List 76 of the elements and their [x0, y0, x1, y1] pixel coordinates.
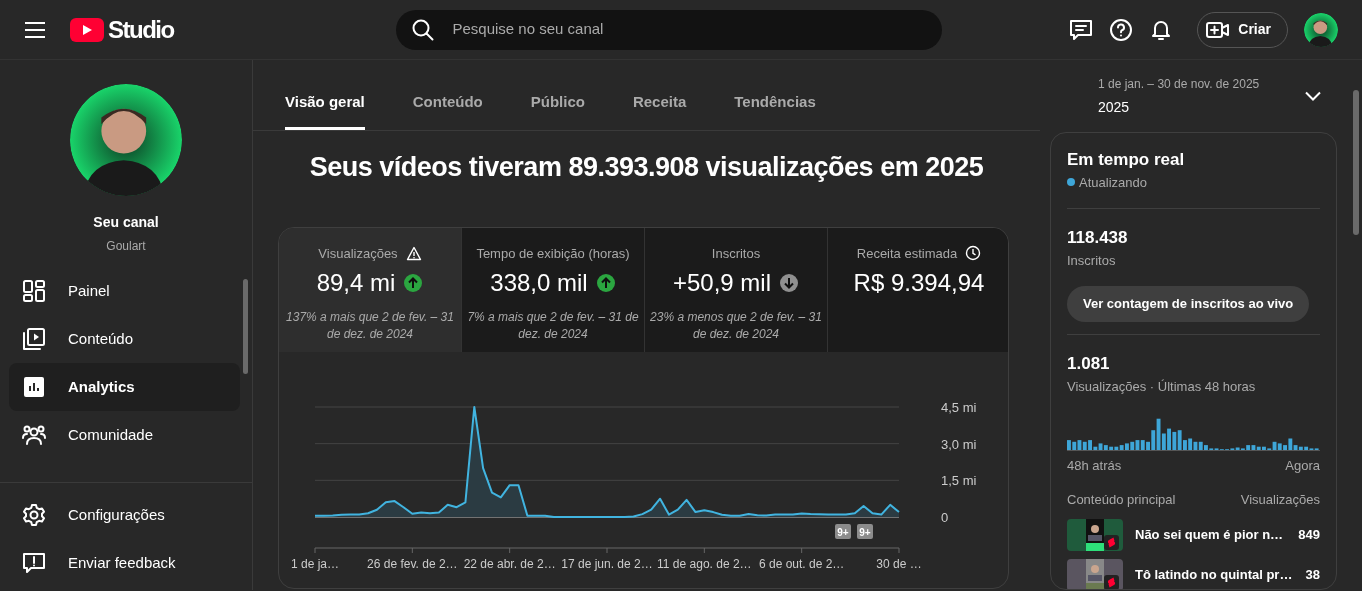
metric-card[interactable]: Inscritos +50,9 mil 23% a menos que 2 de fev. – 31 de dez. de 2024	[645, 227, 828, 352]
axis-label: 22 de abr. de 2…	[463, 556, 556, 571]
axis-label: Agora	[1285, 457, 1320, 475]
help-icon[interactable]	[1109, 17, 1134, 42]
video-title[interactable]: Não sei quem é pior n…	[1135, 525, 1299, 545]
message-icon[interactable]	[1069, 17, 1094, 42]
axis-label: 0	[941, 509, 949, 525]
metric-card[interactable]: Visualizações 89,4 mi 137% a mais que 2 de fev. – 31 de dez. de 2024	[279, 227, 462, 352]
axis-label: 26 de fev. de 2…	[367, 556, 458, 571]
menu-icon[interactable]	[24, 20, 46, 39]
headline: Seus vídeos tiveram 89.393.908 visualizações em 2025	[308, 151, 985, 184]
axis-label: 17 de jun. de 2…	[561, 556, 653, 571]
people-icon	[22, 423, 46, 447]
status-dot	[1067, 178, 1075, 187]
chevron-down-icon	[1305, 91, 1321, 101]
axis-label: 3,0 mi	[941, 436, 977, 452]
scrollbar[interactable]	[243, 279, 248, 374]
comparison-text: 7% a mais que 2 de fev. – 31 de dez. de 2024	[466, 309, 640, 343]
nav-item[interactable]: Configurações	[9, 491, 240, 539]
channel-title[interactable]: Seu canal	[93, 212, 159, 233]
column-header: Conteúdo principal	[1067, 490, 1176, 509]
scrollbar[interactable]	[1353, 90, 1359, 235]
video-title[interactable]: Tô latindo no quintal pr…	[1135, 565, 1306, 585]
bar-chart-icon	[22, 375, 46, 399]
logo-icon[interactable]	[70, 17, 104, 42]
shorts-icon	[1104, 535, 1119, 550]
logo-text: Studio	[108, 14, 174, 45]
axis-label: 1,5 mi	[941, 472, 977, 488]
nav-item[interactable]: Enviar feedback	[9, 539, 240, 587]
tab[interactable]: Receita	[632, 90, 687, 130]
feedback-icon	[22, 551, 46, 575]
metric-card[interactable]: Receita estimada R$ 9.394,94	[828, 227, 1008, 352]
search-field[interactable]: Pesquise no seu canal	[450, 17, 927, 42]
realtime-title: Em tempo real	[1067, 149, 1186, 171]
tab[interactable]: Conteúdo	[412, 90, 483, 130]
views-count: 1.081	[1067, 353, 1111, 375]
shorts-icon	[1104, 575, 1119, 589]
nav-item[interactable]: Conteúdo	[9, 315, 240, 363]
axis-label: 6 de out. de 2…	[758, 556, 845, 571]
column-header: Visualizações	[1240, 490, 1320, 509]
nav-item[interactable]: Painel	[9, 267, 240, 315]
tab[interactable]: Visão geral	[285, 90, 365, 130]
settings-icon	[22, 503, 46, 527]
play-icon	[22, 327, 46, 351]
date-selector[interactable]: 1 de jan. – 30 de nov. de 2025 2025	[1050, 60, 1337, 132]
axis-label: 11 de ago. de 2…	[657, 556, 752, 571]
comparison-text: 137% a mais que 2 de fev. – 31 de dez. de 2024	[285, 309, 455, 343]
arrow-up-icon	[595, 273, 616, 293]
nav-item[interactable]: Analytics	[9, 363, 240, 411]
subscriber-label: Inscritos	[1067, 251, 1117, 270]
tab[interactable]: Público	[530, 90, 585, 130]
live-count-button[interactable]: Ver contagem de inscritos ao vivo	[1067, 286, 1310, 322]
tab[interactable]: Tendências	[734, 90, 816, 130]
status-text: Atualizando	[1079, 173, 1147, 192]
metric-card[interactable]: Tempo de exibição (horas) 338,0 mil 7% a mais que 2 de fev. – 31 de dez. de 2024	[462, 227, 645, 352]
axis-label: 1 de ja…	[291, 556, 339, 571]
channel-name: Goulart	[106, 238, 146, 255]
dashboard-icon	[22, 279, 46, 303]
views-label: Visualizações · Últimas 48 horas	[1067, 377, 1257, 396]
clock-icon	[965, 245, 982, 262]
avatar[interactable]	[1304, 12, 1338, 47]
subscriber-count: 118.438	[1067, 227, 1129, 249]
search-icon	[412, 18, 435, 41]
avatar[interactable]	[70, 84, 182, 196]
axis-label: 4,5 mi	[941, 399, 977, 415]
arrow-down-icon	[779, 273, 800, 293]
warning-icon	[405, 245, 422, 261]
axis-label: 30 de …	[876, 556, 922, 571]
video-camera-icon	[1206, 19, 1231, 40]
arrow-up-icon	[403, 273, 424, 293]
nav-item[interactable]: Comunidade	[9, 411, 240, 459]
view-count: 849	[1298, 526, 1320, 545]
view-count: 38	[1305, 566, 1320, 585]
comparison-text: 23% a menos que 2 de fev. – 31 de dez. de 2024	[649, 309, 823, 343]
search-bar[interactable]: Pesquise no seu canal	[396, 9, 943, 50]
axis-label: 48h atrás	[1067, 457, 1122, 475]
